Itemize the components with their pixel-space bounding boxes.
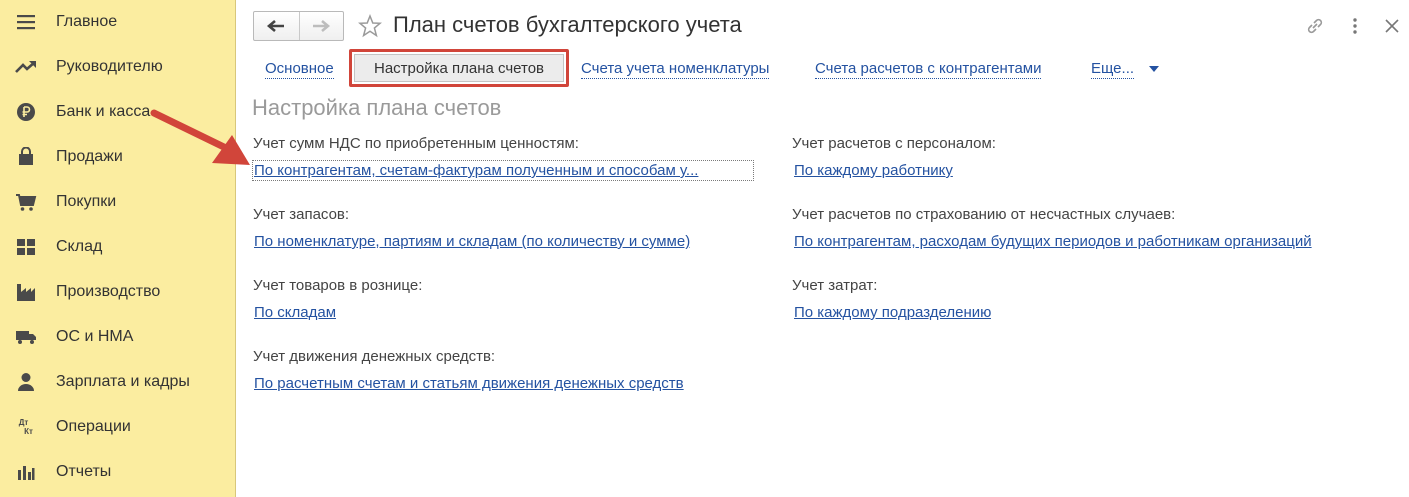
field-label-insurance: Учет расчетов по страхованию от несчастн… <box>792 206 1176 223</box>
field-label-inventory: Учет запасов: <box>253 206 350 223</box>
bar-chart-icon <box>14 460 38 484</box>
sidebar-item-label: Продажи <box>56 148 123 165</box>
field-label-personnel: Учет расчетов с персоналом: <box>792 135 996 152</box>
page-title: План счетов бухгалтерского учета <box>393 12 742 37</box>
favorite-star-icon[interactable] <box>358 13 382 43</box>
warehouse-icon <box>14 235 38 259</box>
sidebar-item-label: Зарплата и кадры <box>56 373 190 390</box>
sidebar-item-salary[interactable]: Зарплата и кадры <box>0 360 236 404</box>
tab-counterparty-accounts[interactable]: Счета расчетов с контрагентами <box>815 60 1042 79</box>
ruble-icon <box>14 100 38 124</box>
sidebar-item-production[interactable]: Производство <box>0 270 236 314</box>
sidebar-item-warehouse[interactable]: Склад <box>0 225 236 269</box>
sidebar-item-reports[interactable]: Отчеты <box>0 450 236 494</box>
forward-button[interactable] <box>298 12 344 40</box>
tab-active-highlight: Настройка плана счетов <box>349 49 569 87</box>
history-nav <box>253 11 344 41</box>
sidebar-item-label: ОС и НМА <box>56 328 134 345</box>
field-link-personnel[interactable]: По каждому работнику <box>794 162 953 179</box>
sidebar-item-manager[interactable]: Руководителю <box>0 45 236 89</box>
field-label-costs: Учет затрат: <box>792 277 878 294</box>
sidebar-item-main[interactable]: Главное <box>0 0 236 44</box>
link-icon[interactable] <box>1305 16 1325 41</box>
field-link-retail[interactable]: По складам <box>254 304 336 321</box>
more-options-icon[interactable] <box>1345 16 1365 41</box>
bag-icon <box>14 145 38 169</box>
tab-more[interactable]: Еще... <box>1091 60 1135 79</box>
sidebar-item-label: Операции <box>56 418 131 435</box>
dt-kt-icon: Дт Кт <box>14 415 38 439</box>
menu-icon <box>14 10 38 34</box>
field-link-costs[interactable]: По каждому подразделению <box>794 304 991 321</box>
arrow-right-icon <box>313 20 331 32</box>
truck-icon <box>14 325 38 349</box>
sidebar-item-label: Покупки <box>56 193 117 210</box>
person-icon <box>14 370 38 394</box>
sidebar-item-label: Склад <box>56 238 103 255</box>
field-label-cashflow: Учет движения денежных средств: <box>253 348 496 365</box>
close-icon[interactable] <box>1382 16 1402 41</box>
cart-icon <box>14 190 38 214</box>
sidebar-item-label: Отчеты <box>56 463 112 480</box>
field-label-retail: Учет товаров в рознице: <box>253 277 423 294</box>
arrow-left-icon <box>267 20 285 32</box>
sidebar: Главное Руководителю Банк и касса Продаж… <box>0 0 236 497</box>
sidebar-item-fixed-assets[interactable]: ОС и НМА <box>0 315 236 359</box>
sidebar-item-label: Главное <box>56 13 118 30</box>
tab-item-accounts[interactable]: Счета учета номенклатуры <box>581 60 770 79</box>
main-panel: План счетов бухгалтерского учета Основно… <box>237 0 1409 497</box>
trend-icon <box>14 55 38 79</box>
chevron-down-icon[interactable] <box>1149 66 1159 72</box>
annotation-arrow <box>150 109 250 165</box>
factory-icon <box>14 280 38 304</box>
sidebar-item-label: Банк и касса <box>56 103 151 120</box>
kt-label: Кт <box>24 427 33 436</box>
sidebar-item-label: Производство <box>56 283 161 300</box>
tab-main[interactable]: Основное <box>265 60 334 79</box>
field-link-cashflow[interactable]: По расчетным счетам и статьям движения д… <box>254 375 684 392</box>
tab-chart-settings[interactable]: Настройка плана счетов <box>354 54 564 82</box>
field-label-vat: Учет сумм НДС по приобретенным ценностям… <box>253 135 579 152</box>
field-link-vat[interactable]: По контрагентам, счетам-фактурам получен… <box>252 160 754 181</box>
dt-label: Дт <box>18 418 29 427</box>
field-link-inventory[interactable]: По номенклатуре, партиям и складам (по к… <box>254 233 690 250</box>
sidebar-item-operations[interactable]: Дт Кт Операции <box>0 405 236 449</box>
sidebar-item-label: Руководителю <box>56 58 163 75</box>
field-link-insurance[interactable]: По контрагентам, расходам будущих период… <box>794 233 1312 250</box>
back-button[interactable] <box>254 12 299 40</box>
sidebar-item-purchases[interactable]: Покупки <box>0 180 236 224</box>
section-heading: Настройка плана счетов <box>252 95 502 120</box>
